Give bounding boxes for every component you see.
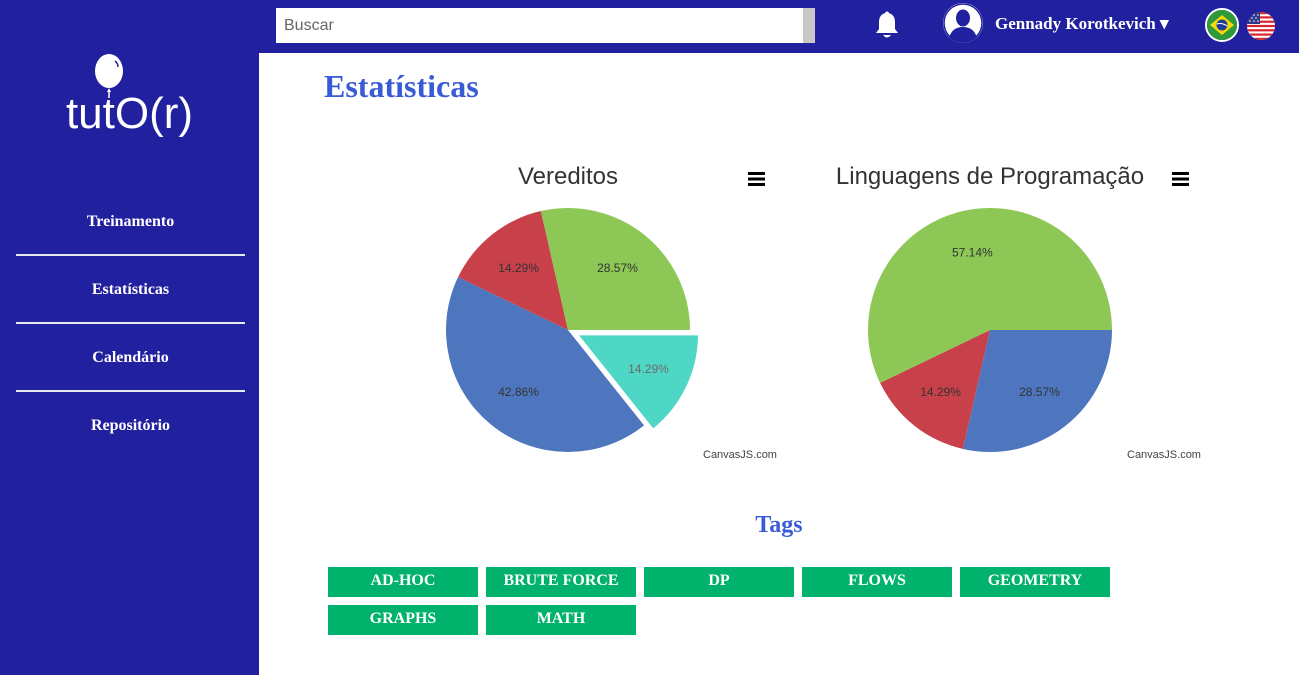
tag-flows[interactable]: FLOWS <box>802 567 952 597</box>
flag-usa-icon[interactable] <box>1247 12 1275 40</box>
logo[interactable]: tutO(r) <box>0 50 259 145</box>
logo-text: tutO(r) <box>65 89 194 138</box>
pie-chart-linguagens: 28.57% 14.29% 57.14% <box>868 207 1112 452</box>
sidebar-item-repositorio[interactable]: Repositório <box>16 392 245 460</box>
search-input[interactable] <box>276 8 803 43</box>
search-scrollbar[interactable] <box>803 8 815 43</box>
page-title: Estatísticas <box>324 68 479 104</box>
pie-slice-label: 28.57% <box>597 261 638 275</box>
flag-usa-graphic <box>1247 12 1275 40</box>
tags-title: Tags <box>755 512 803 538</box>
bell-icon[interactable] <box>874 11 900 40</box>
chart-credit[interactable]: CanvasJS.com <box>1127 449 1201 461</box>
pie-slice-label: 14.29% <box>628 362 669 376</box>
sidebar-item-calendario[interactable]: Calendário <box>16 324 245 392</box>
top-bar: Gennady Korotkevich ▾ <box>259 0 1299 53</box>
tag-math[interactable]: MATH <box>486 605 636 635</box>
pie-slice-label: 28.57% <box>1019 385 1060 399</box>
sidebar-nav: Treinamento Estatísticas Calendário Repo… <box>16 188 245 460</box>
pie-slice-label: 42.86% <box>498 385 539 399</box>
flag-brazil-icon[interactable] <box>1205 8 1239 42</box>
flag-brazil-graphic <box>1207 10 1237 40</box>
pie-slice-label: 57.14% <box>952 246 993 260</box>
chart-menu-icon[interactable] <box>748 171 766 187</box>
tag-dp[interactable]: DP <box>644 567 794 597</box>
tag-geometry[interactable]: GEOMETRY <box>960 567 1110 597</box>
pie-slice-label: 14.29% <box>498 261 539 275</box>
pie-chart-vereditos: 14.29% 42.86% 14.29% 28.57% <box>446 208 701 452</box>
sidebar: tutO(r) Treinamento Estatísticas Calendá… <box>0 0 259 675</box>
chart-title-linguagens: Linguagens de Programação <box>835 163 1145 190</box>
tag-ad-hoc[interactable]: AD-HOC <box>328 567 478 597</box>
chart-menu-icon[interactable] <box>1172 171 1190 187</box>
avatar-icon[interactable] <box>943 3 983 43</box>
sidebar-item-estatisticas[interactable]: Estatísticas <box>16 256 245 324</box>
sidebar-item-treinamento[interactable]: Treinamento <box>16 188 245 256</box>
tag-brute-force[interactable]: BRUTE FORCE <box>486 567 636 597</box>
user-silhouette-icon <box>943 3 983 43</box>
pie-slice-label: 14.29% <box>920 385 961 399</box>
user-menu[interactable]: Gennady Korotkevich ▾ <box>995 14 1169 34</box>
chart-credit[interactable]: CanvasJS.com <box>703 449 777 461</box>
chart-title-vereditos: Vereditos <box>517 163 619 190</box>
tag-graphs[interactable]: GRAPHS <box>328 605 478 635</box>
